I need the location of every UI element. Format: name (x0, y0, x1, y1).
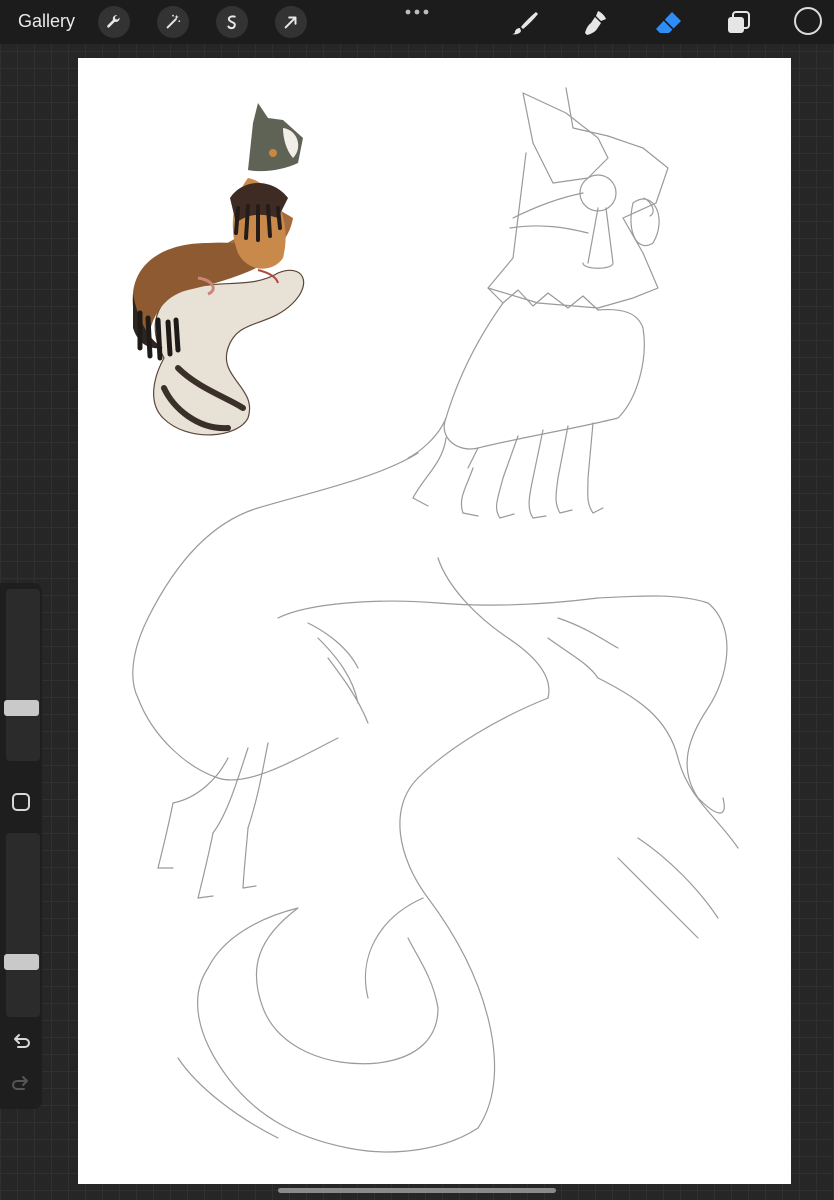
left-sidebar (0, 583, 42, 1109)
drawing-canvas[interactable] (78, 58, 791, 1184)
smudge-icon[interactable] (581, 8, 611, 38)
home-indicator (278, 1188, 556, 1193)
wrench-icon (107, 15, 120, 28)
redo-icon[interactable] (10, 1073, 32, 1095)
opacity-slider[interactable] (4, 833, 40, 1017)
opacity-thumb[interactable] (4, 954, 39, 970)
color-picker-button[interactable] (794, 7, 822, 35)
more-options-icon[interactable] (404, 4, 430, 20)
layers-icon[interactable] (724, 8, 754, 38)
brush-size-slider[interactable] (4, 589, 40, 761)
transform-arrow-icon (284, 16, 297, 29)
eraser-icon[interactable] (653, 8, 683, 38)
undo-icon[interactable] (10, 1031, 32, 1053)
selection-button[interactable] (216, 6, 248, 38)
artwork (132, 87, 739, 1153)
adjustments-button[interactable] (157, 6, 189, 38)
modify-button[interactable] (12, 793, 30, 811)
selection-icon (227, 15, 236, 30)
gallery-button[interactable]: Gallery (18, 11, 75, 32)
actions-button[interactable] (98, 6, 130, 38)
magic-wand-icon (166, 14, 181, 29)
transform-button[interactable] (275, 6, 307, 38)
top-toolbar: Gallery (0, 0, 834, 44)
brush-size-thumb[interactable] (4, 700, 39, 716)
reference-color-sketch (132, 103, 305, 436)
brush-icon[interactable] (510, 8, 540, 38)
